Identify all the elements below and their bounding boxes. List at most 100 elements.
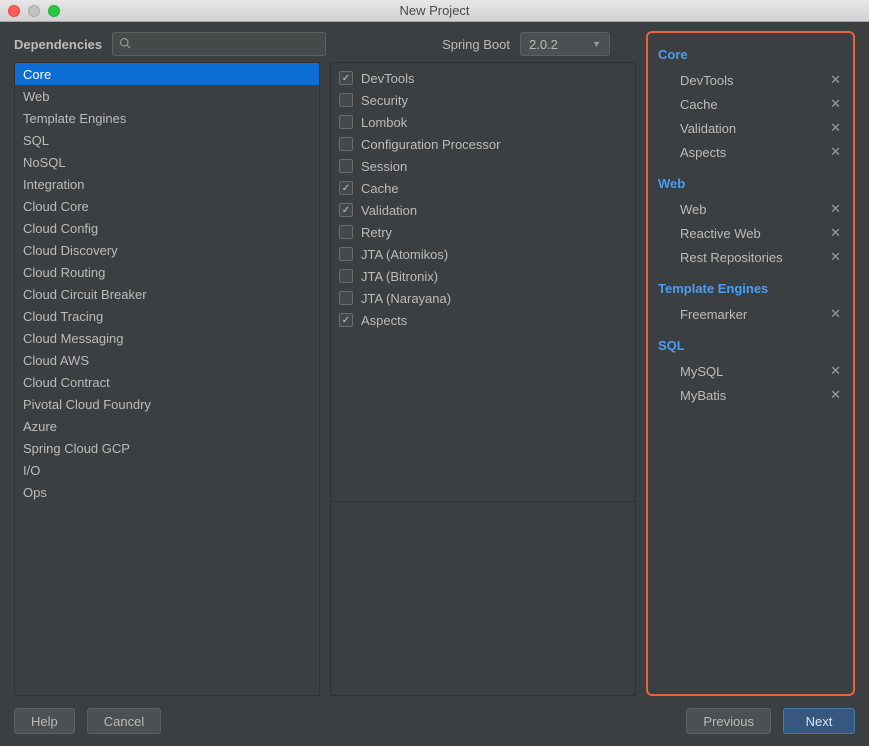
dependency-item[interactable]: JTA (Narayana) <box>339 287 627 309</box>
selected-group-title: Web <box>658 176 843 191</box>
selected-item: Web ✕ <box>658 197 843 221</box>
selected-item: Aspects ✕ <box>658 140 843 164</box>
selected-item-label: Aspects <box>680 145 726 160</box>
selected-item-label: Validation <box>680 121 736 136</box>
selected-item: Validation ✕ <box>658 116 843 140</box>
selected-item: MySQL ✕ <box>658 359 843 383</box>
category-item[interactable]: Cloud AWS <box>15 349 319 371</box>
minimize-icon <box>28 5 40 17</box>
category-item[interactable]: NoSQL <box>15 151 319 173</box>
checkbox[interactable] <box>339 269 353 283</box>
next-button[interactable]: Next <box>783 708 855 734</box>
category-item[interactable]: Cloud Contract <box>15 371 319 393</box>
category-item[interactable]: Spring Cloud GCP <box>15 437 319 459</box>
selected-item: DevTools ✕ <box>658 68 843 92</box>
selected-item-label: MyBatis <box>680 388 726 403</box>
spring-version-select[interactable]: 2.0.2 ▼ <box>520 32 610 56</box>
dependency-item[interactable]: JTA (Atomikos) <box>339 243 627 265</box>
remove-icon[interactable]: ✕ <box>828 201 843 217</box>
selected-item-label: Cache <box>680 97 718 112</box>
main-area: CoreWebTemplate EnginesSQLNoSQLIntegrati… <box>0 62 869 696</box>
category-item[interactable]: Web <box>15 85 319 107</box>
checkbox[interactable] <box>339 137 353 151</box>
category-item[interactable]: Integration <box>15 173 319 195</box>
category-item[interactable]: Cloud Tracing <box>15 305 319 327</box>
remove-icon[interactable]: ✕ <box>828 306 843 322</box>
category-item[interactable]: Ops <box>15 481 319 503</box>
dependency-label: Retry <box>361 225 392 240</box>
dependency-item[interactable]: Security <box>339 89 627 111</box>
remove-icon[interactable]: ✕ <box>828 96 843 112</box>
selected-item-label: MySQL <box>680 364 723 379</box>
checkbox[interactable] <box>339 291 353 305</box>
category-item[interactable]: I/O <box>15 459 319 481</box>
selected-item-label: Freemarker <box>680 307 747 322</box>
remove-icon[interactable]: ✕ <box>828 72 843 88</box>
selected-item: MyBatis ✕ <box>658 383 843 407</box>
dependencies-label: Dependencies <box>14 37 102 52</box>
category-item[interactable]: Cloud Discovery <box>15 239 319 261</box>
category-item[interactable]: Cloud Core <box>15 195 319 217</box>
search-input-wrap[interactable] <box>112 32 326 56</box>
category-item[interactable]: Template Engines <box>15 107 319 129</box>
dependency-item[interactable]: Session <box>339 155 627 177</box>
checkbox[interactable] <box>339 203 353 217</box>
checkbox[interactable] <box>339 225 353 239</box>
remove-icon[interactable]: ✕ <box>828 249 843 265</box>
dependency-detail-pane <box>330 502 636 696</box>
dependency-label: Validation <box>361 203 417 218</box>
category-item[interactable]: Core <box>15 63 319 85</box>
titlebar: New Project <box>0 0 869 22</box>
selected-dependencies-list: CoreDevTools✕Cache✕Validation✕Aspects✕We… <box>648 33 853 415</box>
remove-icon[interactable]: ✕ <box>828 363 843 379</box>
category-item[interactable]: Pivotal Cloud Foundry <box>15 393 319 415</box>
previous-button[interactable]: Previous <box>686 708 771 734</box>
selected-item-label: DevTools <box>680 73 733 88</box>
category-list: CoreWebTemplate EnginesSQLNoSQLIntegrati… <box>14 62 320 696</box>
dependency-item[interactable]: Cache <box>339 177 627 199</box>
search-input[interactable] <box>135 37 319 52</box>
dependency-item[interactable]: Configuration Processor <box>339 133 627 155</box>
dependency-label: Configuration Processor <box>361 137 500 152</box>
dependency-label: JTA (Atomikos) <box>361 247 448 262</box>
dependency-label: Aspects <box>361 313 407 328</box>
dependency-item[interactable]: DevTools <box>339 67 627 89</box>
spring-boot-label: Spring Boot <box>442 37 510 52</box>
checkbox[interactable] <box>339 247 353 261</box>
category-item[interactable]: Azure <box>15 415 319 437</box>
category-item[interactable]: SQL <box>15 129 319 151</box>
remove-icon[interactable]: ✕ <box>828 225 843 241</box>
category-item[interactable]: Cloud Config <box>15 217 319 239</box>
remove-icon[interactable]: ✕ <box>828 120 843 136</box>
dependency-item[interactable]: Retry <box>339 221 627 243</box>
checkbox[interactable] <box>339 71 353 85</box>
dependency-label: Session <box>361 159 407 174</box>
maximize-icon[interactable] <box>48 5 60 17</box>
selected-item: Rest Repositories✕ <box>658 245 843 269</box>
dependency-label: JTA (Narayana) <box>361 291 451 306</box>
cancel-button[interactable]: Cancel <box>87 708 161 734</box>
bottom-bar: Help Cancel Previous Next <box>0 696 869 746</box>
dependency-label: Security <box>361 93 408 108</box>
category-item[interactable]: Cloud Messaging <box>15 327 319 349</box>
help-button[interactable]: Help <box>14 708 75 734</box>
dependency-item[interactable]: Validation <box>339 199 627 221</box>
checkbox[interactable] <box>339 181 353 195</box>
dependency-item[interactable]: Aspects <box>339 309 627 331</box>
selected-item: Freemarker ✕ <box>658 302 843 326</box>
dependency-check-list: DevTools Security Lombok Configuration Proc… <box>330 62 636 502</box>
category-item[interactable]: Cloud Routing <box>15 261 319 283</box>
selected-dependencies-panel: CoreDevTools✕Cache✕Validation✕Aspects✕We… <box>646 31 855 696</box>
category-item[interactable]: Cloud Circuit Breaker <box>15 283 319 305</box>
checkbox[interactable] <box>339 93 353 107</box>
selected-item-label: Web <box>680 202 707 217</box>
dependency-item[interactable]: Lombok <box>339 111 627 133</box>
close-icon[interactable] <box>8 5 20 17</box>
remove-icon[interactable]: ✕ <box>828 387 843 403</box>
checkbox[interactable] <box>339 313 353 327</box>
checkbox[interactable] <box>339 159 353 173</box>
dependency-item[interactable]: JTA (Bitronix) <box>339 265 627 287</box>
remove-icon[interactable]: ✕ <box>828 144 843 160</box>
selected-item-label: Reactive Web <box>680 226 761 241</box>
checkbox[interactable] <box>339 115 353 129</box>
